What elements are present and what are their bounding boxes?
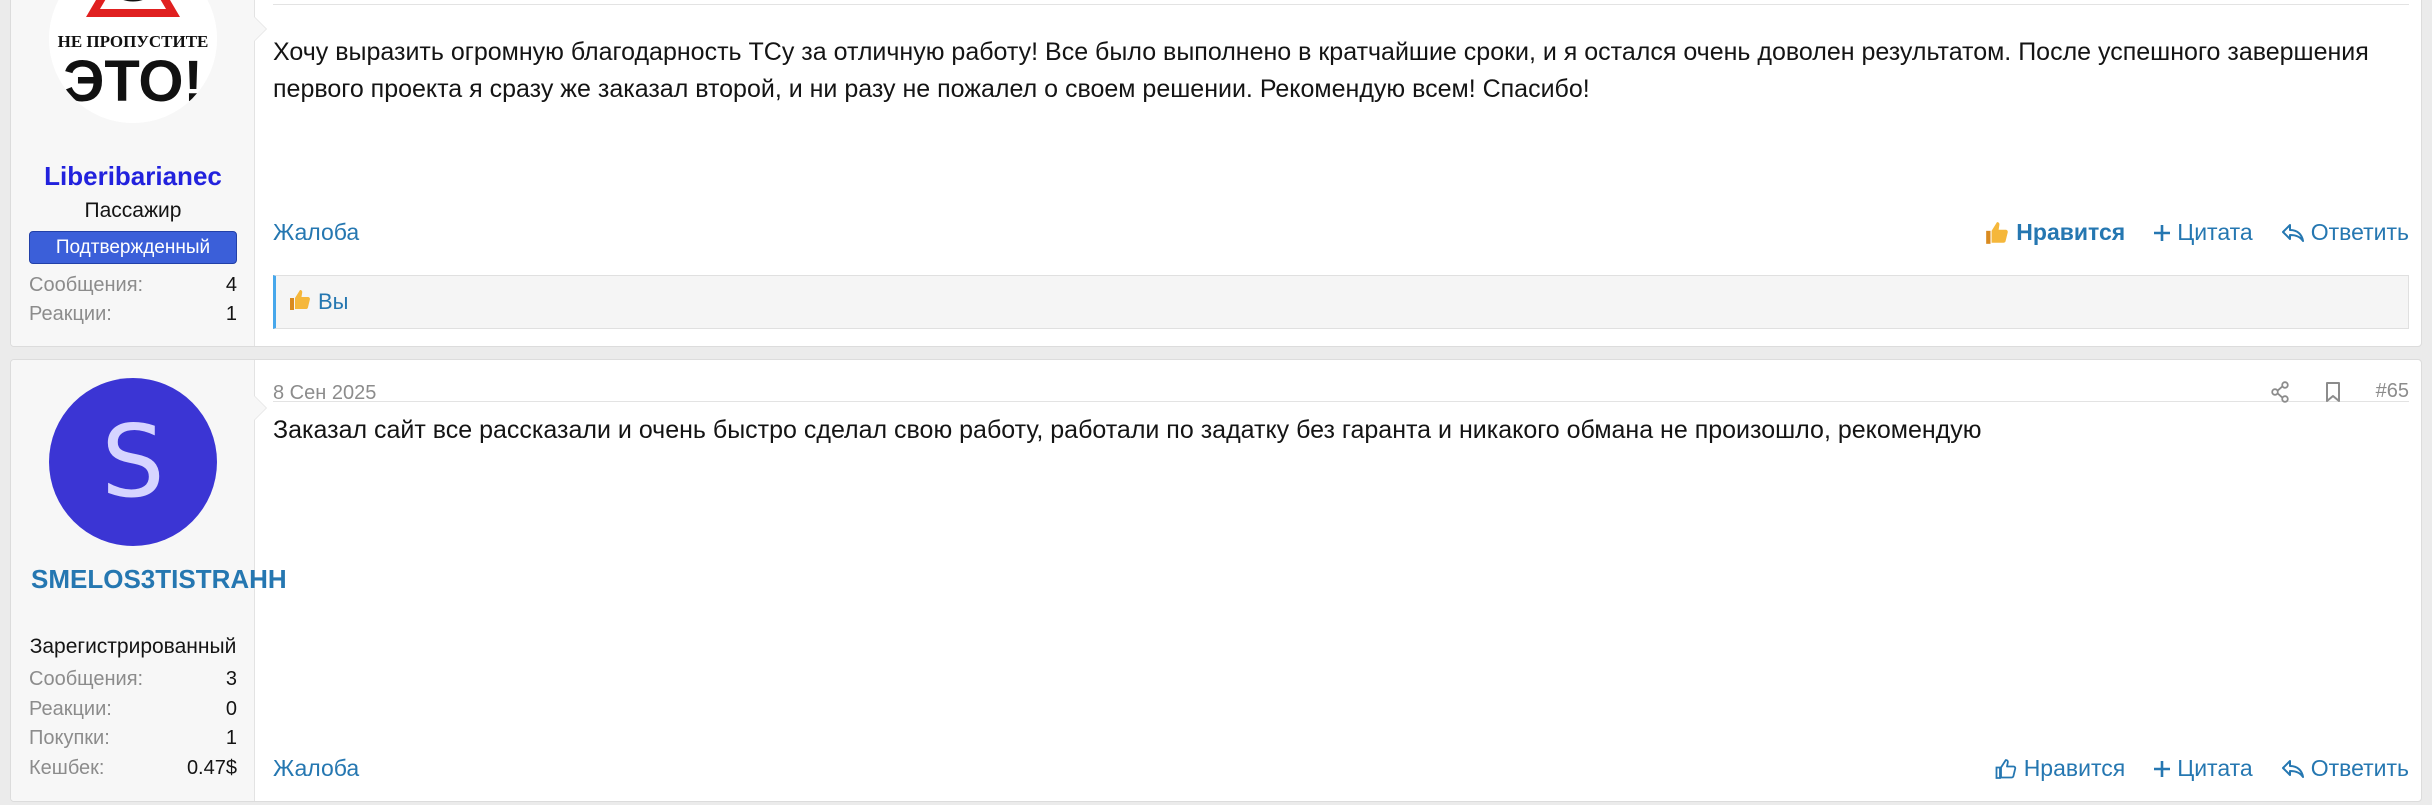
stat-value: 0.47$ — [186, 757, 237, 779]
stat-label: Реакции: — [29, 303, 112, 325]
like-label: Нравится — [2023, 755, 2126, 781]
like-button[interactable]: Нравится — [1994, 755, 2126, 782]
post-message: Заказал сайт все рассказали и очень быст… — [273, 416, 1982, 444]
report-link[interactable]: Жалоба — [273, 755, 359, 782]
post-footer: Жалоба Нравится Цитата Ответить — [273, 749, 2409, 789]
reply-button[interactable]: Ответить — [2281, 219, 2409, 246]
reply-icon — [2281, 223, 2305, 243]
share-icon[interactable] — [2270, 380, 2290, 403]
post-number[interactable]: #65 — [2376, 380, 2409, 403]
stat-reactions: Реакции: 0 — [29, 698, 237, 721]
stat-purchases: Покупки: 1 — [29, 727, 237, 750]
post-attribution-icons: #65 — [2270, 380, 2409, 403]
stat-cashback: Кешбек: 0.47$ — [29, 757, 237, 780]
user-sidebar: НЕ ПРОПУСТИТЕ ЭТО! Liberibarianec Пассаж… — [11, 0, 267, 346]
stat-messages: Сообщения: 4 — [29, 274, 237, 297]
avatar[interactable]: S — [49, 378, 217, 546]
quote-button[interactable]: Цитата — [2153, 755, 2253, 782]
reply-button[interactable]: Ответить — [2281, 755, 2409, 782]
post-2: S SMELOS3TISTRAHH Зарегистрированный Соо… — [10, 359, 2422, 802]
user-title: Пассажир — [84, 199, 182, 222]
stat-label: Сообщения: — [29, 668, 144, 690]
user-banner: Подтвержденный — [29, 231, 237, 264]
stat-value[interactable]: 1 — [226, 303, 237, 326]
quote-label: Цитата — [2177, 755, 2253, 781]
post-attribution — [273, 0, 2409, 5]
post-footer: Жалоба Нравится Цитата Ответить — [273, 213, 2409, 253]
post-message: Хочу выразить огромную благодарность ТСу… — [273, 38, 2369, 103]
report-link[interactable]: Жалоба — [273, 219, 359, 246]
reply-label: Ответить — [2310, 755, 2409, 781]
username[interactable]: SMELOS3TISTRAHH — [11, 561, 287, 598]
stat-messages: Сообщения: 3 — [29, 668, 237, 691]
post-main: Хочу выразить огромную благодарность ТСу… — [273, 0, 2409, 346]
user-sidebar: S SMELOS3TISTRAHH Зарегистрированный Соо… — [11, 360, 287, 801]
bookmark-icon[interactable] — [2324, 381, 2342, 403]
stat-value: 1 — [225, 727, 237, 749]
post-main: 8 Сен 2025 #65 Заказал сайт все рассказа… — [273, 360, 2409, 801]
thumbs-up-icon — [1984, 220, 2010, 246]
stat-value[interactable]: 3 — [226, 668, 237, 691]
post-1: НЕ ПРОПУСТИТЕ ЭТО! Liberibarianec Пассаж… — [10, 0, 2422, 347]
thumbs-up-icon — [288, 288, 312, 317]
post-actions: Нравится Цитата Ответить — [1984, 219, 2409, 246]
stat-label: Покупки: — [29, 727, 110, 749]
plus-icon — [2153, 760, 2171, 778]
plus-icon — [2153, 224, 2171, 242]
avatar-image: НЕ ПРОПУСТИТЕ ЭТО! — [49, 0, 217, 123]
like-label: Нравится — [2016, 219, 2126, 245]
quote-label: Цитата — [2177, 219, 2253, 245]
stat-label: Реакции: — [29, 698, 112, 720]
post-date[interactable]: 8 Сен 2025 — [273, 382, 376, 405]
thumbs-up-outline-icon — [1994, 757, 2018, 781]
stat-value[interactable]: 0 — [226, 698, 237, 721]
stat-label: Кешбек: — [29, 757, 105, 779]
user-title: Зарегистрированный — [29, 635, 237, 658]
like-button[interactable]: Нравится — [1984, 219, 2125, 246]
post-attribution: 8 Сен 2025 #65 — [273, 360, 2409, 405]
quote-button[interactable]: Цитата — [2153, 219, 2253, 246]
stat-reactions: Реакции: 1 — [29, 303, 237, 326]
avatar-letter: S — [101, 403, 165, 520]
avatar[interactable]: НЕ ПРОПУСТИТЕ ЭТО! — [49, 0, 217, 123]
reply-label: Ответить — [2310, 219, 2409, 245]
stat-label: Сообщения: — [29, 274, 144, 296]
avatar-text-2: ЭТО! — [63, 49, 203, 114]
post-actions: Нравится Цитата Ответить — [1994, 755, 2409, 782]
username[interactable]: Liberibarianec — [11, 158, 255, 195]
reply-icon — [2281, 759, 2305, 779]
reactions-list[interactable]: Вы — [318, 289, 349, 315]
stat-value[interactable]: 4 — [226, 274, 237, 297]
reactions-bar[interactable]: Вы — [273, 275, 2409, 329]
